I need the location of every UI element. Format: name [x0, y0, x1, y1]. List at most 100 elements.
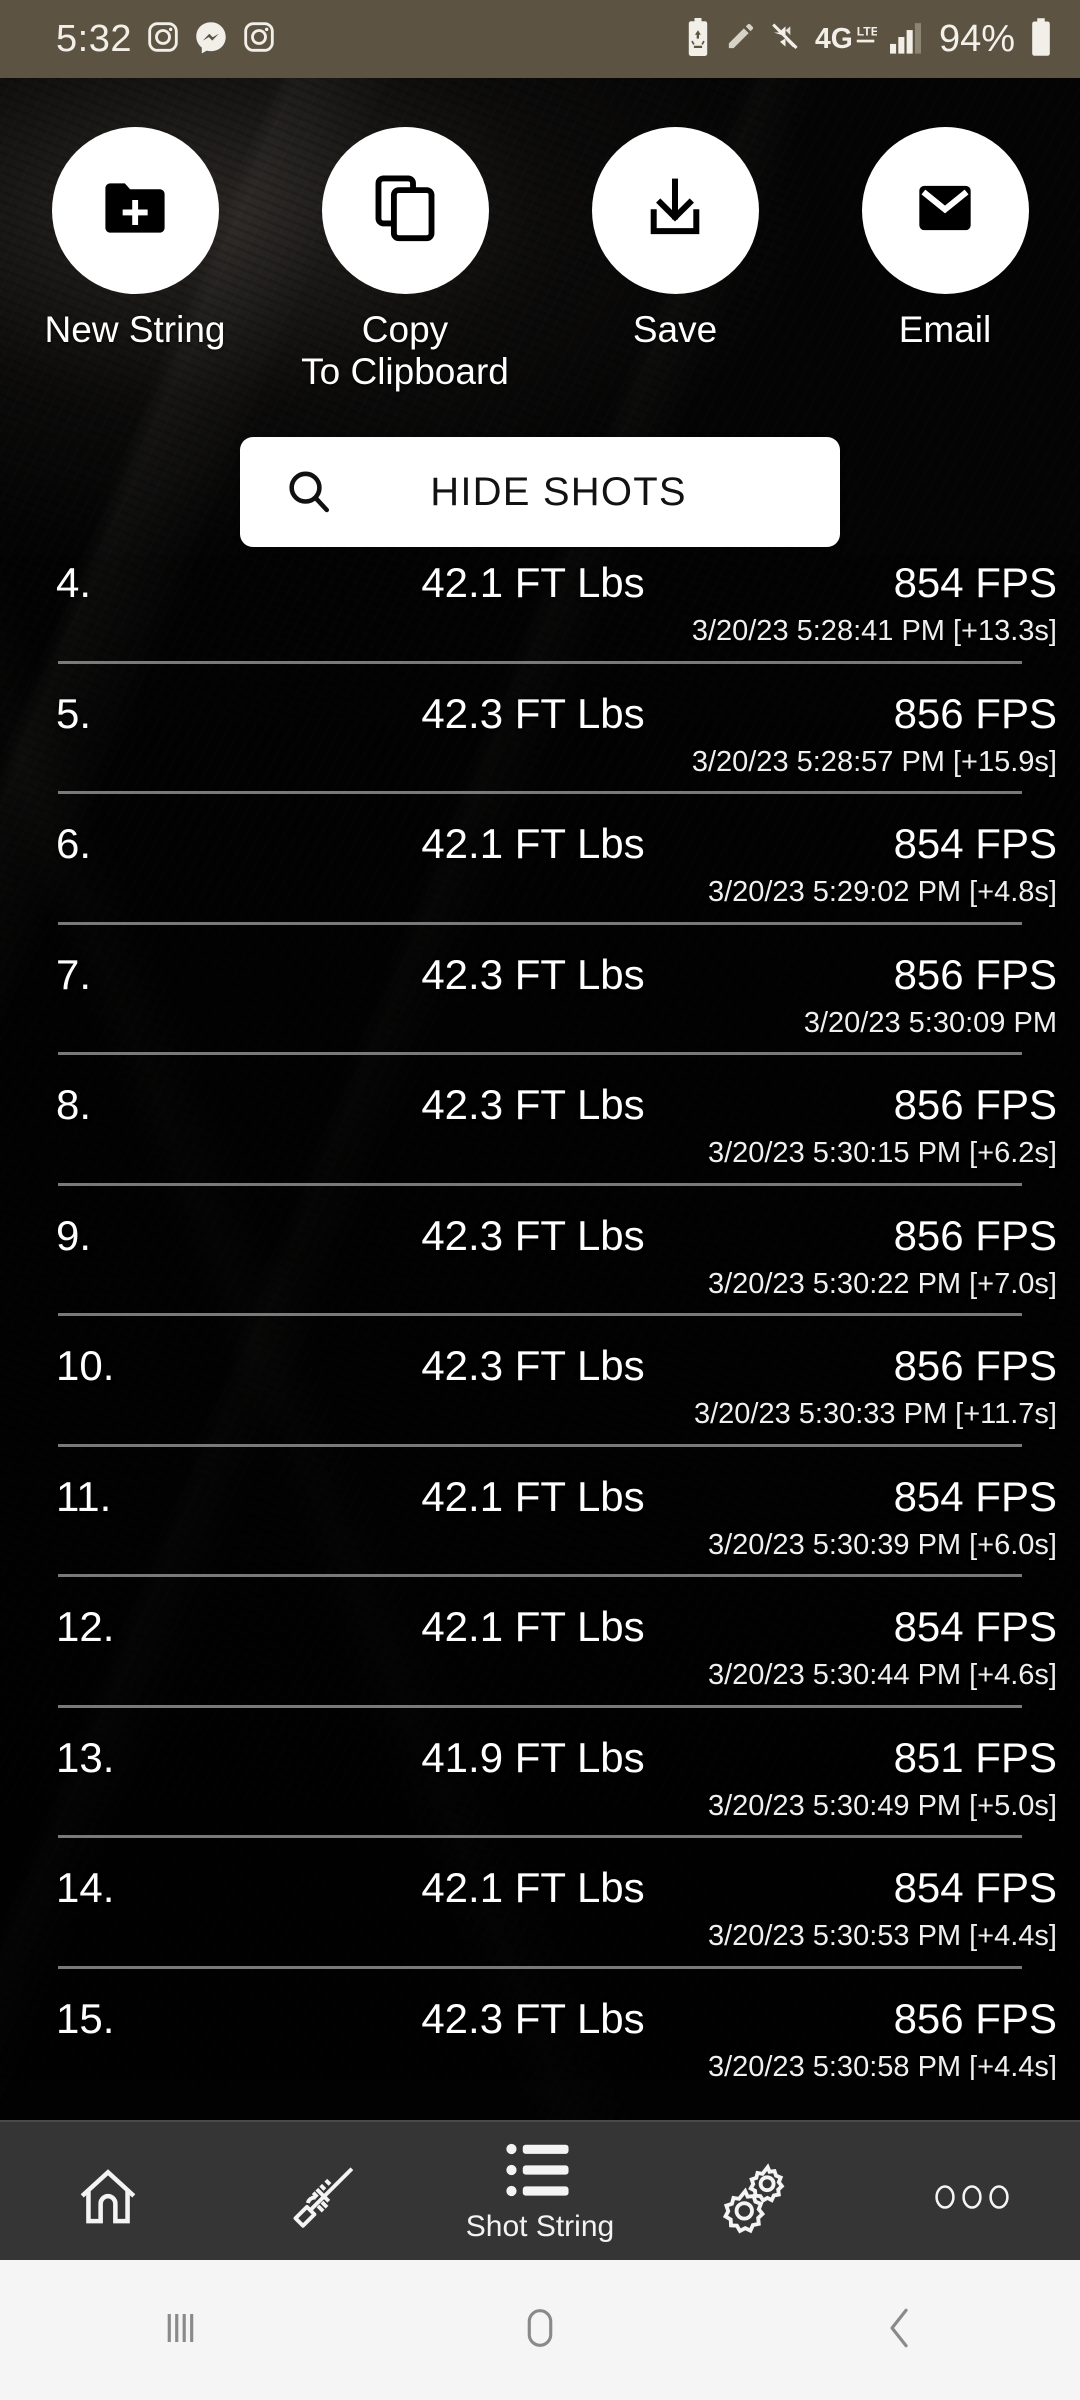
shot-speed: 854 FPS — [893, 559, 1057, 606]
status-bar: 5:32 4G LTE 94% — [0, 0, 1080, 78]
copy-icon — [368, 171, 442, 250]
download-icon — [639, 172, 711, 249]
shot-row[interactable]: 9. 42.3 FT Lbs 856 FPS 3/20/23 5:30:22 PM [… — [0, 1207, 1080, 1338]
shot-timestamp: 3/20/23 5:30:22 PM [+7.0s] — [707, 1267, 1057, 1300]
shot-row[interactable]: 11. 42.1 FT Lbs 854 FPS 3/20/23 5:30:39 PM … — [0, 1468, 1080, 1599]
home-icon — [74, 2163, 142, 2236]
shot-row[interactable]: 7. 42.3 FT Lbs 856 FPS 3/20/23 5:30:09 PM — [0, 946, 1080, 1077]
svg-text:4G: 4G — [815, 21, 853, 53]
action-button-row: New String Copy To Clipboard Save Email — [0, 78, 1080, 418]
pencil-icon — [725, 21, 756, 57]
shot-timestamp: 3/20/23 5:30:39 PM [+6.0s] — [707, 1528, 1057, 1561]
nav-item-rifle[interactable] — [216, 2122, 432, 2260]
list-icon — [505, 2139, 575, 2206]
shot-timestamp: 3/20/23 5:28:41 PM [+13.3s] — [691, 615, 1057, 647]
shot-speed: 856 FPS — [893, 689, 1057, 737]
shot-speed: 854 FPS — [893, 820, 1057, 867]
more-dots-icon — [933, 2177, 1011, 2222]
nav-item-more[interactable] — [864, 2122, 1080, 2260]
shot-string-list[interactable]: 4. 42.1 FT Lbs 854 FPS 3/20/23 5:28:41 PM [… — [0, 555, 1080, 2080]
shot-row-divider — [58, 791, 1022, 794]
home-button-icon — [512, 2300, 568, 2361]
shot-timestamp: 3/20/23 5:30:15 PM [+6.2s] — [707, 1137, 1057, 1169]
bottom-navigation-bar: Shot String — [0, 2120, 1080, 2260]
shot-row-divider — [58, 1443, 1022, 1447]
shot-speed: 851 FPS — [893, 1733, 1057, 1781]
instagram-icon — [242, 20, 276, 59]
shot-speed: 854 FPS — [893, 1603, 1057, 1650]
nav-item-settings[interactable] — [648, 2122, 864, 2260]
shot-timestamp: 3/20/23 5:29:02 PM [+4.8s] — [707, 876, 1057, 908]
shot-timestamp: 3/20/23 5:30:44 PM [+4.6s] — [707, 1659, 1057, 1691]
save-button-label: Save — [632, 309, 718, 350]
shot-row-divider — [58, 660, 1022, 664]
nav-item-home[interactable] — [0, 2122, 216, 2260]
shot-row-divider — [58, 1182, 1022, 1186]
shot-timestamp: 3/20/23 5:30:09 PM — [803, 1006, 1057, 1039]
new-string-button[interactable]: New String — [0, 127, 270, 418]
shot-row-divider — [58, 1574, 1022, 1577]
shot-timestamp: 3/20/23 5:30:58 PM [+4.4s] — [707, 2050, 1057, 2081]
shot-speed: 856 FPS — [893, 950, 1057, 998]
home-button[interactable] — [360, 2300, 720, 2361]
shot-timestamp: 3/20/23 5:28:57 PM [+15.9s] — [691, 745, 1057, 778]
shot-timestamp: 3/20/23 5:30:33 PM [+11.7s] — [693, 1398, 1057, 1430]
rifle-icon — [288, 2161, 360, 2238]
shot-row[interactable]: 8. 42.3 FT Lbs 856 FPS 3/20/23 5:30:15 PM [… — [0, 1077, 1080, 1208]
nav-item-shot-string[interactable]: Shot String — [432, 2122, 648, 2260]
shot-row[interactable]: 5. 42.3 FT Lbs 856 FPS 3/20/23 5:28:57 PM [… — [0, 685, 1080, 816]
shot-row[interactable]: 4. 42.1 FT Lbs 854 FPS 3/20/23 5:28:41 PM [… — [0, 555, 1080, 686]
shot-row[interactable]: 13. 41.9 FT Lbs 851 FPS 3/20/23 5:30:49 PM … — [0, 1729, 1080, 1860]
mute-icon — [769, 20, 802, 58]
4glte-icon: 4G LTE — [815, 19, 879, 60]
envelope-icon — [910, 173, 980, 248]
copy-to-clipboard-button[interactable]: Copy To Clipboard — [270, 127, 540, 418]
new-string-button-circle[interactable] — [51, 127, 219, 294]
android-system-nav — [0, 2260, 1080, 2400]
shot-row-divider — [58, 1835, 1022, 1838]
recents-icon — [152, 2300, 208, 2361]
shot-speed: 854 FPS — [893, 1472, 1057, 1520]
messenger-icon — [194, 20, 228, 59]
save-button-circle[interactable] — [591, 127, 759, 294]
recents-button[interactable] — [0, 2300, 360, 2361]
shot-speed: 856 FPS — [893, 1994, 1057, 2042]
shot-timestamp: 3/20/23 5:30:53 PM [+4.4s] — [707, 1920, 1057, 1952]
shot-row[interactable]: 12. 42.1 FT Lbs 854 FPS 3/20/23 5:30:44 PM … — [0, 1599, 1080, 1730]
instagram-icon — [146, 20, 180, 59]
shot-row[interactable]: 14. 42.1 FT Lbs 854 FPS 3/20/23 5:30:53 PM … — [0, 1860, 1080, 1991]
app-screen: 5:32 4G LTE 94% New String Copy To Clipb… — [0, 0, 1080, 2400]
copy-to-clipboard-button-label: Copy To Clipboard — [301, 309, 509, 392]
shot-row[interactable]: 15. 42.3 FT Lbs 856 FPS 3/20/23 5:30:58 PM … — [0, 1990, 1080, 2081]
shot-row[interactable]: 6. 42.1 FT Lbs 854 FPS 3/20/23 5:29:02 PM [… — [0, 816, 1080, 947]
shot-row[interactable]: 10. 42.3 FT Lbs 856 FPS 3/20/23 5:30:33 PM … — [0, 1338, 1080, 1469]
save-button[interactable]: Save — [540, 127, 810, 418]
email-button[interactable]: Email — [810, 127, 1080, 418]
svg-text:LTE: LTE — [857, 24, 877, 38]
search-icon — [283, 466, 335, 518]
email-button-circle[interactable] — [861, 127, 1029, 294]
shot-row-divider — [58, 1704, 1022, 1708]
hide-shots-label: HIDE SHOTS — [430, 469, 687, 514]
battery-saver-icon — [684, 17, 712, 61]
battery-percent-label: 94% — [938, 18, 1015, 60]
shot-speed: 856 FPS — [893, 1081, 1057, 1128]
new-folder-icon — [98, 171, 172, 250]
email-button-label: Email — [898, 309, 992, 350]
back-icon — [872, 2300, 928, 2361]
hide-shots-button[interactable]: HIDE SHOTS — [240, 437, 840, 547]
shot-row-divider — [58, 1965, 1022, 1969]
shot-speed: 854 FPS — [893, 1864, 1057, 1911]
shot-row-divider — [58, 921, 1022, 925]
shot-speed: 856 FPS — [893, 1211, 1057, 1259]
nav-item-shot-string-label: Shot String — [465, 2209, 615, 2243]
shot-row-divider — [58, 1313, 1022, 1316]
back-button[interactable] — [720, 2300, 1080, 2361]
copy-to-clipboard-button-circle[interactable] — [321, 127, 489, 294]
gears-icon — [719, 2160, 793, 2239]
new-string-button-label: New String — [44, 309, 226, 350]
battery-icon — [1028, 17, 1054, 61]
shot-timestamp: 3/20/23 5:30:49 PM [+5.0s] — [707, 1789, 1057, 1822]
signal-bars-icon — [889, 20, 926, 59]
status-bar-clock: 5:32 — [56, 18, 132, 60]
